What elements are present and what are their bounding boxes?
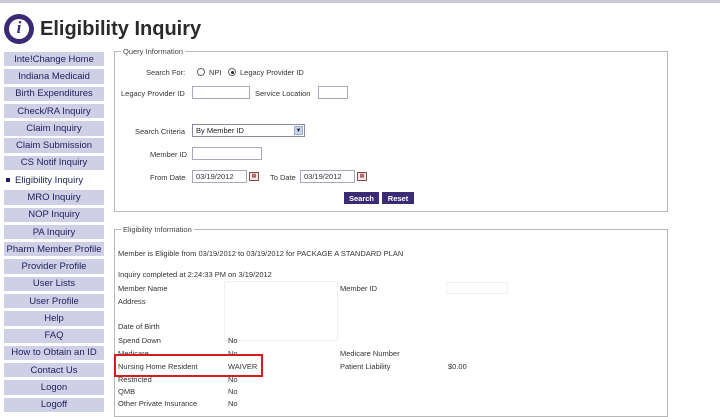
calendar-icon[interactable]: ▦ (357, 172, 367, 181)
nav-cs-notif-inquiry[interactable]: CS Notif Inquiry (4, 155, 104, 171)
patient-liability-label: Patient Liability (340, 362, 391, 371)
nav-eligibility-inquiry[interactable]: Eligibility Inquiry (4, 172, 104, 188)
other-insurance-value: No (228, 399, 238, 408)
nav-label: PA Inquiry (32, 226, 76, 238)
nav-pharm-member-profile[interactable]: Pharm Member Profile (4, 242, 104, 257)
dob-label: Date of Birth (118, 322, 160, 331)
restricted-label: Restricted (118, 375, 152, 384)
nav-label: Provider Profile (21, 261, 87, 273)
member-info-redacted (224, 281, 338, 341)
nav-label: Inte!Change Home (14, 53, 94, 65)
nav-faq[interactable]: FAQ (4, 328, 104, 343)
npi-label: NPI (209, 68, 222, 77)
nav-help[interactable]: Help (4, 311, 104, 326)
nav-pa-inquiry[interactable]: PA Inquiry (4, 224, 104, 240)
address-label: Address (118, 297, 146, 306)
nav-user-lists[interactable]: User Lists (4, 276, 104, 292)
spend-down-value: No (228, 336, 238, 345)
to-date-label: To Date (270, 173, 296, 182)
nav-label: NOP Inquiry (28, 209, 80, 221)
nav-label: Pharm Member Profile (6, 243, 102, 255)
nav-contact-us[interactable]: Contact Us (4, 363, 104, 378)
nav-check-ra-inquiry[interactable]: Check/RA Inquiry (4, 103, 104, 119)
nav-label: MRO Inquiry (27, 191, 81, 203)
query-legend: Query Information (123, 47, 184, 56)
spend-down-label: Spend Down (118, 336, 161, 345)
nav-label: Help (44, 312, 64, 324)
search-criteria-select[interactable]: By Member ID ▼ (192, 124, 305, 137)
legacy-provider-id-label: Legacy Provider ID (121, 89, 185, 98)
nav-claim-inquiry[interactable]: Claim Inquiry (4, 121, 104, 136)
member-id-label: Member ID (150, 150, 188, 159)
nav-label: Indiana Medicaid (18, 70, 90, 82)
nav-logon[interactable]: Logon (4, 380, 104, 395)
nav-label: Contact Us (30, 364, 78, 376)
active-bullet-icon (6, 178, 10, 183)
eligibility-message: Member is Eligible from 03/19/2012 to 03… (118, 249, 404, 258)
legacy-provider-radio[interactable] (228, 68, 236, 76)
nav-interchange-home[interactable]: Inte!Change Home (4, 52, 104, 67)
nav-birth-expenditures[interactable]: Birth Expenditures (4, 86, 104, 101)
nav-label: Claim Submission (15, 140, 93, 152)
nav-how-to-obtain-id[interactable]: How to Obtain an ID (4, 345, 104, 361)
service-location-input[interactable] (318, 86, 348, 99)
search-criteria-label: Search Criteria (135, 127, 186, 136)
from-date-label: From Date (150, 173, 186, 182)
nav-label: Check/RA Inquiry (17, 105, 91, 117)
patient-liability-value: $0.00 (448, 362, 467, 371)
service-location-label: Service Location (255, 89, 311, 98)
sidebar-nav: Inte!Change Home Indiana Medicaid Birth Ex… (4, 52, 104, 415)
member-name-label: Member Name (118, 284, 168, 293)
qmb-label: QMB (118, 387, 136, 396)
qmb-value: No (228, 387, 238, 396)
nav-mro-inquiry[interactable]: MRO Inquiry (4, 190, 104, 205)
nav-label: How to Obtain an ID (11, 347, 97, 359)
nav-label: Eligibility Inquiry (15, 174, 84, 186)
nav-label: Birth Expenditures (15, 88, 93, 100)
search-criteria-value: By Member ID (196, 126, 244, 135)
nav-label: Logon (40, 382, 68, 394)
nav-provider-profile[interactable]: Provider Profile (4, 259, 104, 274)
to-date-input[interactable]: 03/19/2012 (300, 170, 355, 183)
search-for-label: Search For: (146, 68, 186, 77)
member-id-redacted (446, 282, 508, 294)
highlight-box (114, 354, 263, 377)
nav-label: User Lists (32, 278, 76, 290)
member-id-input[interactable] (192, 147, 262, 160)
nav-nop-inquiry[interactable]: NOP Inquiry (4, 207, 104, 222)
nav-user-profile[interactable]: User Profile (4, 293, 104, 309)
nav-label: CS Notif Inquiry (20, 157, 88, 169)
member-id-result-label: Member ID (340, 284, 378, 293)
page-header: i Eligibility Inquiry (4, 12, 201, 46)
other-insurance-label: Other Private Insurance (118, 399, 198, 408)
nav-label: User Profile (29, 295, 79, 307)
inquiry-completed-message: Inquiry completed at 2:24:33 PM on 3/19/… (118, 270, 272, 279)
nav-label: Claim Inquiry (26, 122, 82, 134)
from-date-input[interactable]: 03/19/2012 (192, 170, 247, 183)
reset-button[interactable]: Reset (382, 192, 414, 204)
restricted-value: No (228, 375, 238, 384)
legacy-provider-id-input[interactable] (192, 86, 250, 99)
chevron-down-icon: ▼ (294, 126, 303, 135)
eligibility-legend: Eligibility Information (123, 225, 192, 234)
info-logo-icon: i (4, 14, 34, 44)
legacy-provider-radio-label: Legacy Provider ID (240, 68, 304, 77)
top-border (0, 0, 720, 3)
page-title: Eligibility Inquiry (40, 17, 202, 40)
nav-claim-submission[interactable]: Claim Submission (4, 138, 104, 153)
nav-label: FAQ (44, 330, 64, 342)
search-button[interactable]: Search (344, 192, 379, 204)
calendar-icon[interactable]: ▦ (249, 172, 259, 181)
npi-radio[interactable] (197, 68, 205, 76)
medicare-number-label: Medicare Number (340, 349, 400, 358)
nav-indiana-medicaid[interactable]: Indiana Medicaid (4, 69, 104, 84)
